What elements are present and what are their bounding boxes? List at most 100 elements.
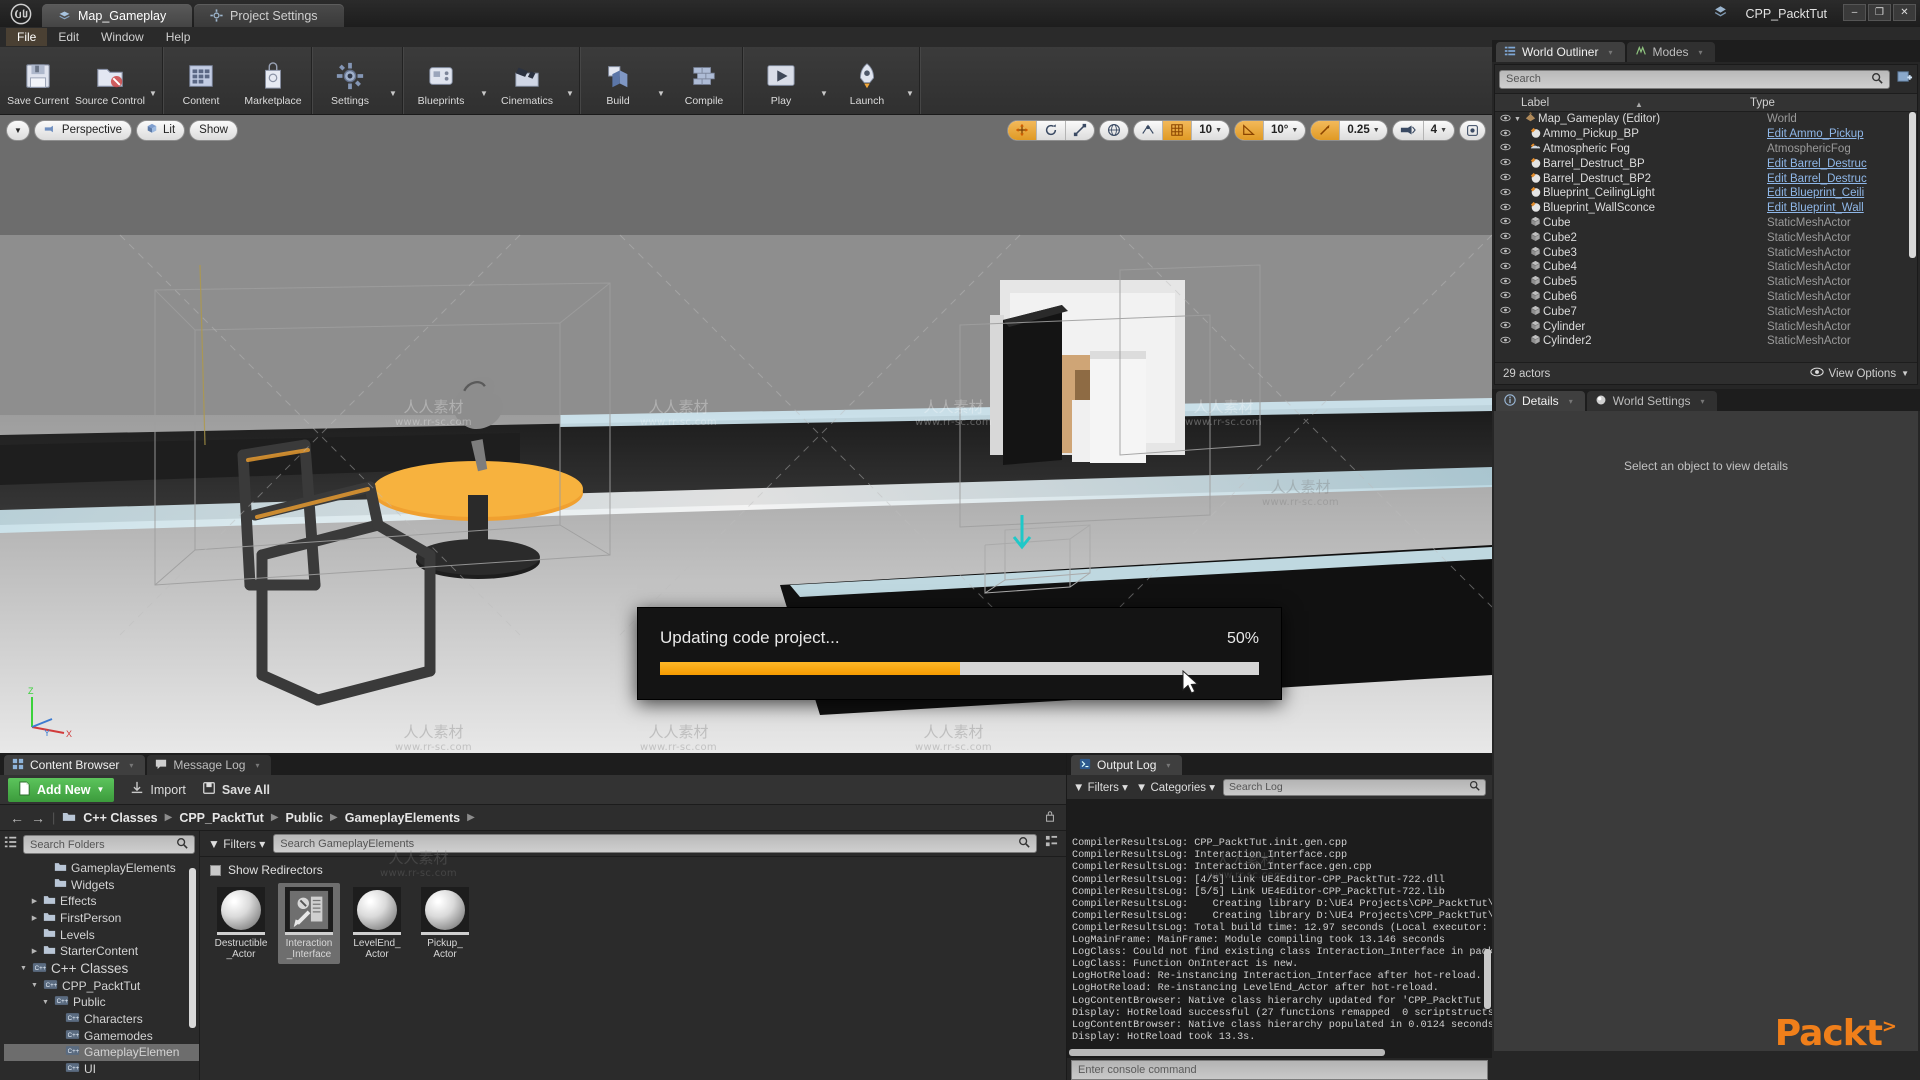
outliner-row[interactable]: ▼ Map_Gameplay (Editor) World <box>1495 112 1917 127</box>
visibility-toggle-icon[interactable] <box>1498 262 1513 273</box>
tab-output-log[interactable]: Output Log ▾ <box>1071 755 1183 775</box>
asset-filters-button[interactable]: ▼ Filters ▾ <box>208 837 265 851</box>
chevron-down-icon[interactable]: ▾ <box>1608 48 1612 57</box>
outliner-scrollbar[interactable] <box>1909 112 1916 258</box>
expand-arrow-icon[interactable]: ▶ <box>30 914 39 922</box>
folder-tree-item[interactable]: C++ UI <box>4 1061 199 1078</box>
chevron-down-icon[interactable]: ▾ <box>255 761 259 770</box>
save-all-button[interactable]: Save All <box>202 781 270 798</box>
folder-tree[interactable]: GameplayElements Widgets ▶ Effects ▶ FirstPer… <box>0 858 199 1080</box>
visibility-toggle-icon[interactable] <box>1498 277 1513 288</box>
visibility-toggle-icon[interactable] <box>1498 143 1513 154</box>
expand-arrow-icon[interactable]: ▼ <box>19 965 28 972</box>
asset-view-toggle-icon[interactable] <box>1045 835 1058 853</box>
folder-search-input[interactable]: Search Folders <box>23 835 195 854</box>
folder-tree-item[interactable]: C++ GameplayElemen <box>4 1043 199 1061</box>
camera-speed-value[interactable]: 4 ▼ <box>1424 121 1454 140</box>
tab-world-settings[interactable]: World Settings ▾ <box>1586 391 1717 411</box>
grid-snap-icon[interactable] <box>1163 120 1193 140</box>
outliner-row[interactable]: Ammo_Pickup_BP Edit Ammo_Pickup <box>1495 127 1917 142</box>
outliner-row[interactable]: Cube4 StaticMeshActor <box>1495 260 1917 275</box>
blueprints-dropdown[interactable]: ▼ <box>477 47 491 114</box>
folder-tree-item[interactable]: ▶ Effects <box>4 893 199 910</box>
breadcrumb-item-1[interactable]: CPP_PacktTut <box>179 811 264 825</box>
window-tab-project-settings[interactable]: Project Settings <box>194 4 344 27</box>
asset-search-input[interactable]: Search GameplayElements <box>273 834 1037 853</box>
close-button[interactable]: ✕ <box>1893 4 1916 21</box>
outliner-row[interactable]: Cube3 StaticMeshActor <box>1495 245 1917 260</box>
cinematics-button[interactable]: Cinematics <box>491 47 563 114</box>
level-viewport[interactable]: 人人素材 www.rr-sc.com 人人素材 www.rr-sc.com 人人素材… <box>0 115 1492 753</box>
folder-tree-item[interactable]: ▶ FirstPerson <box>4 910 199 927</box>
visibility-toggle-icon[interactable] <box>1498 173 1513 184</box>
chevron-down-icon[interactable]: ▾ <box>1701 397 1705 406</box>
folder-tree-item[interactable]: Widgets <box>4 877 199 894</box>
visibility-toggle-icon[interactable] <box>1498 217 1513 228</box>
scale-snap-icon[interactable] <box>1311 120 1341 140</box>
chevron-down-icon[interactable]: ▾ <box>1166 761 1170 770</box>
outliner-row-type[interactable]: Edit Ammo_Pickup <box>1767 128 1917 140</box>
outliner-row[interactable]: Barrel_Destruct_BP2 Edit Barrel_Destruc <box>1495 171 1917 186</box>
folder-tree-item[interactable]: ▼ C++ Public <box>4 994 199 1011</box>
outliner-row-type[interactable]: Edit Blueprint_Wall <box>1767 202 1917 214</box>
add-actor-icon[interactable] <box>1896 68 1913 90</box>
tree-toggle-icon[interactable] <box>4 835 18 854</box>
play-dropdown[interactable]: ▼ <box>817 47 831 114</box>
maximize-viewport-icon[interactable] <box>1459 119 1486 141</box>
marketplace-button[interactable]: Marketplace <box>237 47 309 114</box>
forward-arrow-icon[interactable]: → <box>31 810 45 826</box>
folder-tree-item[interactable]: Levels <box>4 926 199 943</box>
viewport-viewmode-button[interactable]: Lit <box>136 119 186 141</box>
grid-snap-value[interactable]: 10 ▼ <box>1192 121 1229 140</box>
visibility-toggle-icon[interactable] <box>1498 291 1513 302</box>
window-tab-map-gameplay[interactable]: Map_Gameplay <box>42 4 192 27</box>
folder-tree-item[interactable]: C++ Gamemodes <box>4 1027 199 1044</box>
surface-snap-icon[interactable] <box>1134 120 1164 140</box>
column-type[interactable]: Type <box>1750 97 1917 109</box>
show-redirectors-row[interactable]: Show Redirectors <box>200 857 1066 881</box>
menu-window[interactable]: Window <box>90 28 155 46</box>
back-arrow-icon[interactable]: ← <box>10 810 24 826</box>
folder-tree-item[interactable]: GameplayElements <box>4 860 199 877</box>
folder-tree-item[interactable]: ▼ C++ C++ Classes <box>4 960 199 978</box>
build-button[interactable]: Build <box>582 47 654 114</box>
move-gizmo-icon[interactable] <box>1008 120 1038 140</box>
expand-arrow-icon[interactable]: ▼ <box>30 982 39 989</box>
compile-button[interactable]: Compile <box>668 47 740 114</box>
outliner-view-options-button[interactable]: View Options ▼ <box>1809 367 1909 380</box>
folder-tree-item[interactable]: C++ Characters <box>4 1011 199 1028</box>
tab-content-browser[interactable]: Content Browser ▾ <box>4 755 146 775</box>
visibility-toggle-icon[interactable] <box>1498 158 1513 169</box>
asset-tile-grid[interactable]: Destructible _Actor Interaction _Interface L… <box>200 881 1066 966</box>
lock-icon[interactable] <box>1044 810 1056 826</box>
outliner-row[interactable]: Cube2 StaticMeshActor <box>1495 230 1917 245</box>
outliner-row-type[interactable]: Edit Barrel_Destruc <box>1767 173 1917 185</box>
folder-tree-item[interactable]: ▶ StarterContent <box>4 943 199 960</box>
camera-speed-icon[interactable] <box>1393 120 1424 140</box>
asset-tile[interactable]: LevelEnd_ Actor <box>346 883 408 964</box>
outliner-row[interactable]: Cube6 StaticMeshActor <box>1495 290 1917 305</box>
play-button[interactable]: Play <box>745 47 817 114</box>
world-globe-icon[interactable] <box>1100 121 1128 140</box>
content-button[interactable]: Content <box>165 47 237 114</box>
breadcrumb-item-0[interactable]: C++ Classes <box>83 811 157 825</box>
visibility-toggle-icon[interactable] <box>1498 247 1513 258</box>
menu-edit[interactable]: Edit <box>47 28 90 46</box>
add-new-button[interactable]: Add New ▼ <box>8 777 115 802</box>
output-log-scrollbar[interactable] <box>1484 949 1491 1009</box>
outliner-row[interactable]: Cylinder2 StaticMeshActor <box>1495 334 1917 349</box>
folder-tree-scrollbar[interactable] <box>189 868 196 1028</box>
show-redirectors-checkbox[interactable] <box>210 864 221 876</box>
tab-world-outliner[interactable]: World Outliner ▾ <box>1496 42 1625 62</box>
outliner-row[interactable]: Atmospheric Fog AtmosphericFog <box>1495 142 1917 157</box>
outliner-search-input[interactable]: Search <box>1499 69 1890 89</box>
expand-arrow-icon[interactable]: ▶ <box>30 947 39 955</box>
outliner-row[interactable]: Cylinder StaticMeshActor <box>1495 319 1917 334</box>
log-filters-button[interactable]: ▼ Filters ▾ <box>1073 780 1128 794</box>
save-current-button[interactable]: Save Current <box>2 47 74 114</box>
scale-gizmo-icon[interactable] <box>1066 121 1094 140</box>
asset-tile[interactable]: Destructible _Actor <box>210 883 272 964</box>
outliner-row[interactable]: Barrel_Destruct_BP Edit Barrel_Destruc <box>1495 156 1917 171</box>
viewport-options-button[interactable]: ▼ <box>6 119 30 141</box>
outliner-row[interactable]: Cube5 StaticMeshActor <box>1495 275 1917 290</box>
